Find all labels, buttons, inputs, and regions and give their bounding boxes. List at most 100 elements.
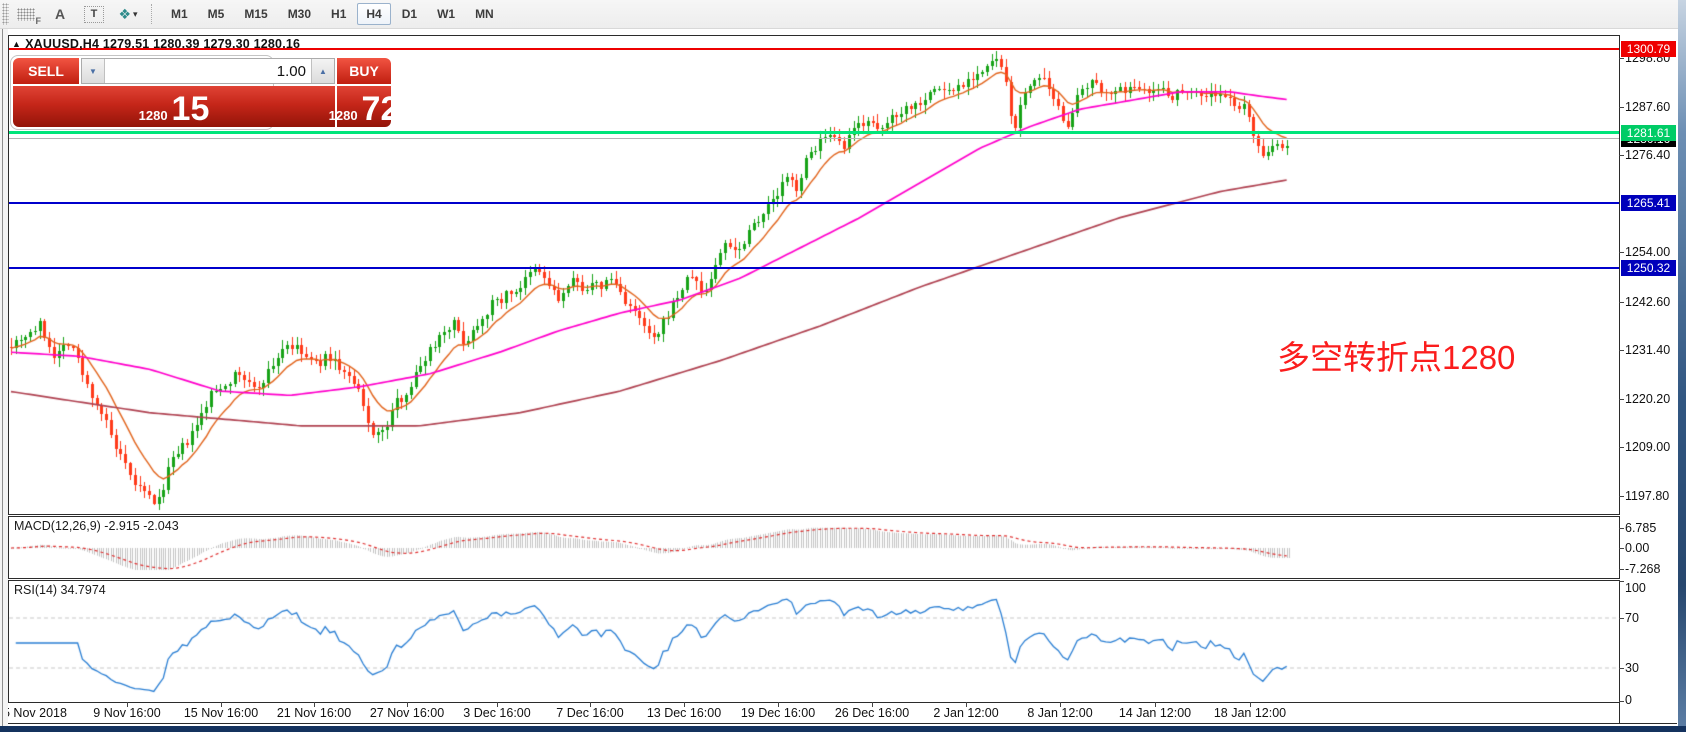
timeframe-button-m1[interactable]: M1: [162, 3, 197, 25]
price-axis-tickmark: [1619, 252, 1624, 253]
sell-price-pips: 15: [172, 93, 210, 125]
time-axis-label: 9 Nov 16:00: [93, 706, 160, 720]
price-axis-tickmark: [1619, 302, 1624, 303]
price-axis-label: 1209.00: [1625, 440, 1680, 454]
timeframe-button-h1[interactable]: H1: [322, 3, 355, 25]
sell-button[interactable]: SELL: [13, 58, 79, 84]
indicators-grid-icon-button[interactable]: F: [13, 2, 39, 26]
window-bottom-border: [0, 726, 1686, 732]
toolbar-grip[interactable]: [2, 3, 9, 25]
price-axis-tickmark: [1619, 399, 1624, 400]
price-axis-tickmark: [1619, 447, 1624, 448]
pivot-line-green-badge: 1281.61: [1621, 125, 1676, 141]
chart-symbol-header: ▲ XAUUSD,H4 1279.51 1280.39 1279.30 1280.…: [12, 37, 300, 51]
time-axis-label: 3 Dec 16:00: [463, 706, 530, 720]
text-label-icon: A: [55, 6, 65, 22]
price-axis-tickmark: [1619, 155, 1624, 156]
symbol-marker-icon: ▲: [12, 39, 21, 49]
rsi-axis-tickmark: [1619, 668, 1624, 669]
timeframe-button-mn[interactable]: MN: [466, 3, 503, 25]
time-axis-label: 13 Dec 16:00: [647, 706, 721, 720]
price-axis-separator: [1619, 702, 1620, 723]
buy-price-main: 1280: [329, 108, 358, 123]
annotation-text: 多空转折点1280: [1277, 331, 1515, 379]
text-box-button[interactable]: T: [81, 2, 107, 26]
rsi-axis-tickmark: [1619, 581, 1624, 582]
toolbar-separator: [151, 4, 153, 24]
timeframe-button-m5[interactable]: M5: [199, 3, 234, 25]
sell-price-main: 1280: [139, 108, 168, 123]
macd-axis-tickmark: [1619, 548, 1624, 549]
support-line-2[interactable]: [9, 267, 1619, 269]
dropdown-caret-icon: ▾: [133, 9, 138, 20]
rsi-axis-label: 70: [1625, 611, 1680, 625]
time-axis-label: 8 Jan 12:00: [1027, 706, 1092, 720]
time-axis-label: 27 Nov 16:00: [370, 706, 444, 720]
rsi-axis-label: 30: [1625, 661, 1680, 675]
chart-symbol-ohlc: XAUUSD,H4 1279.51 1280.39 1279.30 1280.1…: [25, 37, 300, 51]
sell-price-display[interactable]: 1280 15: [13, 86, 335, 127]
support-line-1-badge: 1265.41: [1621, 195, 1676, 211]
price-axis-tickmark: [1619, 350, 1624, 351]
one-click-trading-panel: SELL ▼ ▲ BUY 1280 15 1280 72: [10, 55, 274, 130]
time-axis-label: 14 Jan 12:00: [1119, 706, 1191, 720]
time-axis-label: 21 Nov 16:00: [277, 706, 351, 720]
buy-button[interactable]: BUY: [337, 58, 391, 84]
support-line-1[interactable]: [9, 202, 1619, 204]
price-axis-label: 1287.60: [1625, 100, 1680, 114]
timeframe-button-w1[interactable]: W1: [428, 3, 464, 25]
time-axis-label: 7 Dec 16:00: [556, 706, 623, 720]
objects-icon: ❖: [118, 6, 131, 23]
resistance-line-badge: 1300.79: [1621, 41, 1676, 57]
buy-price-pips: 72: [362, 93, 400, 125]
timeframe-button-m30[interactable]: M30: [279, 3, 320, 25]
macd-axis-label: 0.00: [1625, 541, 1680, 555]
macd-axis-tickmark: [1619, 569, 1624, 570]
volume-up-icon: ▲: [319, 67, 327, 76]
time-axis-label: 26 Dec 16:00: [835, 706, 909, 720]
pivot-line-green[interactable]: [9, 131, 1619, 134]
indicators-grid-icon: F: [17, 8, 35, 21]
rsi-axis-label: 100: [1625, 581, 1680, 595]
window-right-border: [1678, 0, 1686, 732]
time-axis-label: 19 Dec 16:00: [741, 706, 815, 720]
macd-indicator-label: MACD(12,26,9) -2.915 -2.043: [14, 519, 179, 533]
price-axis-label: 1220.20: [1625, 392, 1680, 406]
price-axis-label: 1197.80: [1625, 489, 1680, 503]
buy-price-display[interactable]: 1280 72: [337, 86, 391, 127]
volume-increase-button[interactable]: ▲: [311, 59, 334, 83]
volume-input[interactable]: [105, 59, 311, 83]
macd-axis-label: -7.268: [1625, 562, 1680, 576]
volume-decrease-button[interactable]: ▼: [82, 59, 105, 83]
price-axis-tickmark: [1619, 107, 1624, 108]
timeframe-button-h4[interactable]: H4: [357, 3, 390, 25]
price-axis-label: 1276.40: [1625, 148, 1680, 162]
objects-button[interactable]: ❖ ▾: [115, 2, 141, 26]
price-axis-label: 1231.40: [1625, 343, 1680, 357]
rsi-indicator-label: RSI(14) 34.7974: [14, 583, 106, 597]
time-axis-label: 5 Nov 2018: [3, 706, 67, 720]
time-axis-label: 18 Jan 12:00: [1214, 706, 1286, 720]
rsi-axis-tickmark: [1619, 701, 1624, 702]
volume-stepper: ▼ ▲: [81, 58, 335, 84]
top-toolbar: F A T ❖ ▾ M1M5M15M30H1H4D1W1MN: [0, 0, 1686, 29]
time-axis-label: 2 Jan 12:00: [933, 706, 998, 720]
window-left-border: [0, 28, 8, 726]
price-axis-tickmark: [1619, 496, 1624, 497]
support-line-2-badge: 1250.32: [1621, 260, 1676, 276]
price-axis-label: 1242.60: [1625, 295, 1680, 309]
macd-axis-tickmark: [1619, 528, 1624, 529]
price-axis-tickmark: [1619, 58, 1624, 59]
timeframe-button-m15[interactable]: M15: [235, 3, 276, 25]
volume-down-icon: ▼: [89, 67, 97, 76]
rsi-axis-tickmark: [1619, 618, 1624, 619]
rsi-axis-label: 0: [1625, 693, 1680, 707]
time-axis-label: 15 Nov 16:00: [184, 706, 258, 720]
bid-price-line[interactable]: [9, 138, 1619, 139]
timeframe-button-d1[interactable]: D1: [393, 3, 426, 25]
chart-window-bottom-border: [8, 723, 1677, 724]
text-box-icon: T: [84, 6, 104, 23]
text-label-button[interactable]: A: [47, 2, 73, 26]
price-axis-label: 1254.00: [1625, 245, 1680, 259]
macd-axis-label: 6.785: [1625, 521, 1680, 535]
